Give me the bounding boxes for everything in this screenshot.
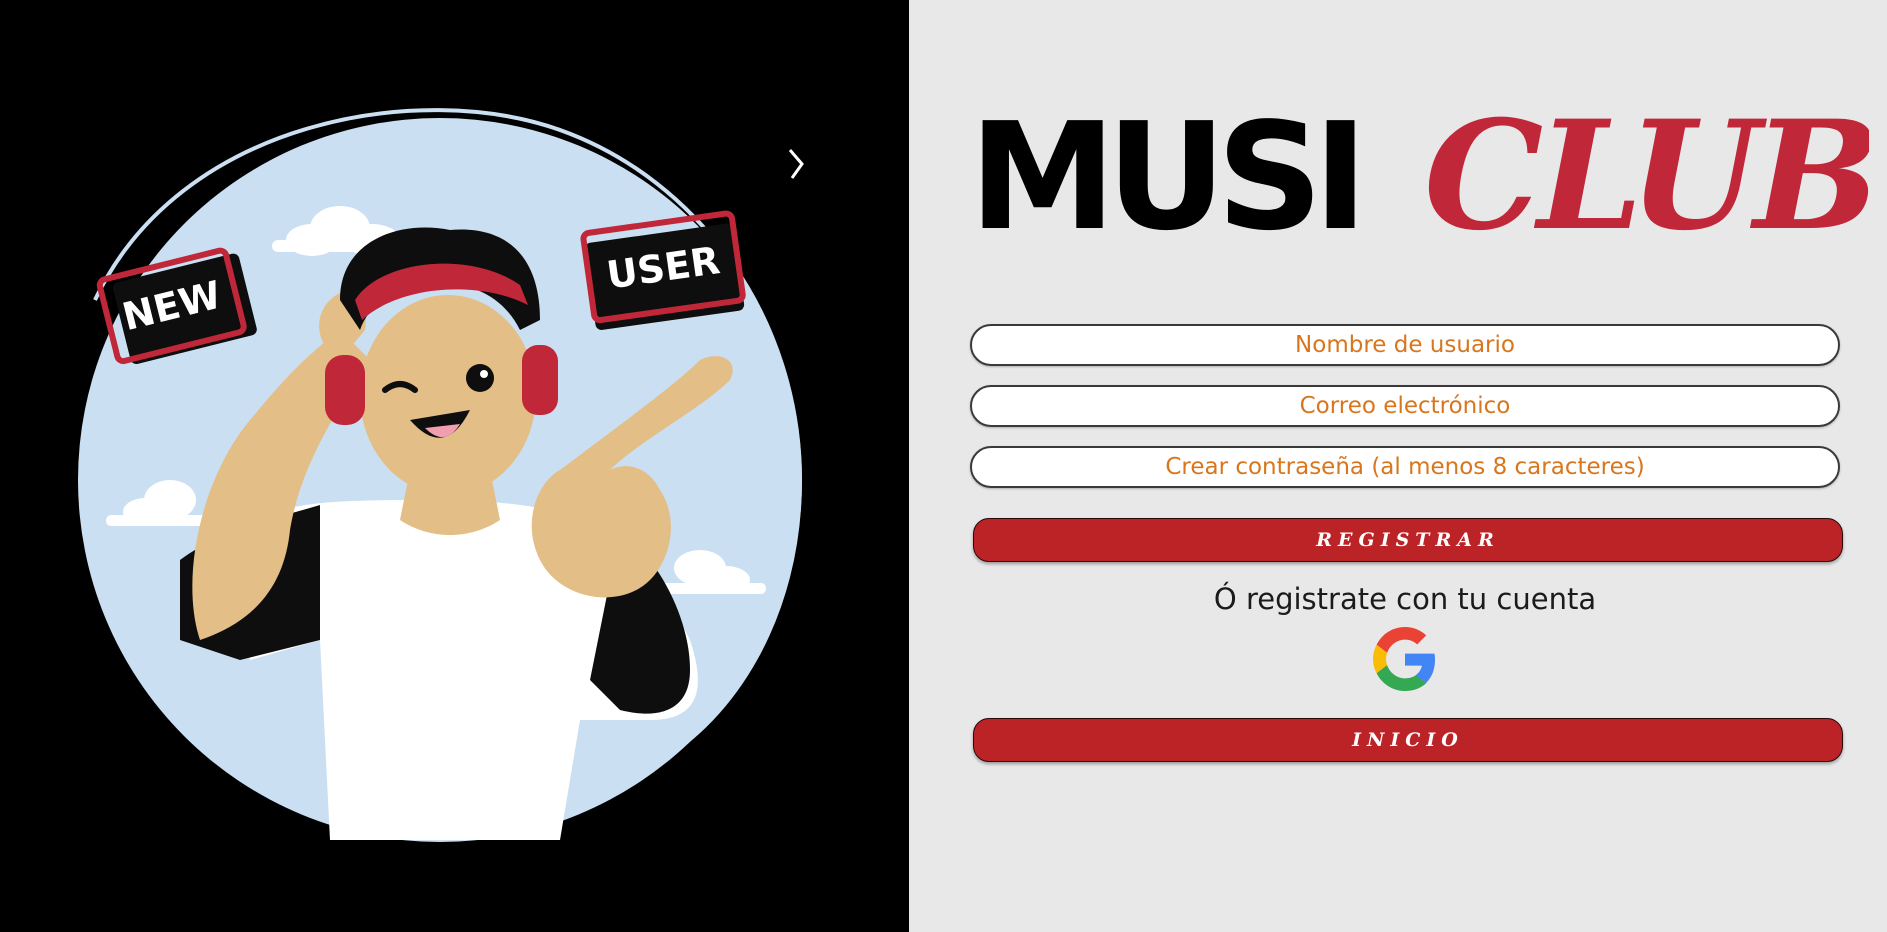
face [360,295,536,495]
email-input[interactable] [970,385,1840,427]
google-signin-button[interactable] [1373,627,1437,691]
logo-musi: MUSI [969,91,1358,263]
musiclub-logo: MUSI CLUB [969,88,1869,264]
alt-signup-text: Ó registrate con tu cuenta [1213,582,1597,616]
hero-illustration-panel: NEW USER [0,0,909,932]
registration-panel: MUSI CLUB REGISTRAR Ó registrate con tu … [909,0,1887,932]
username-input[interactable] [970,324,1840,366]
google-icon [1373,627,1435,691]
headphones-icon [325,355,365,425]
password-input[interactable] [970,446,1840,488]
new-user-illustration: NEW USER [78,108,804,842]
logo-club: CLUB [1424,88,1869,264]
login-button[interactable]: INICIO [973,718,1843,762]
register-button[interactable]: REGISTRAR [973,518,1843,562]
